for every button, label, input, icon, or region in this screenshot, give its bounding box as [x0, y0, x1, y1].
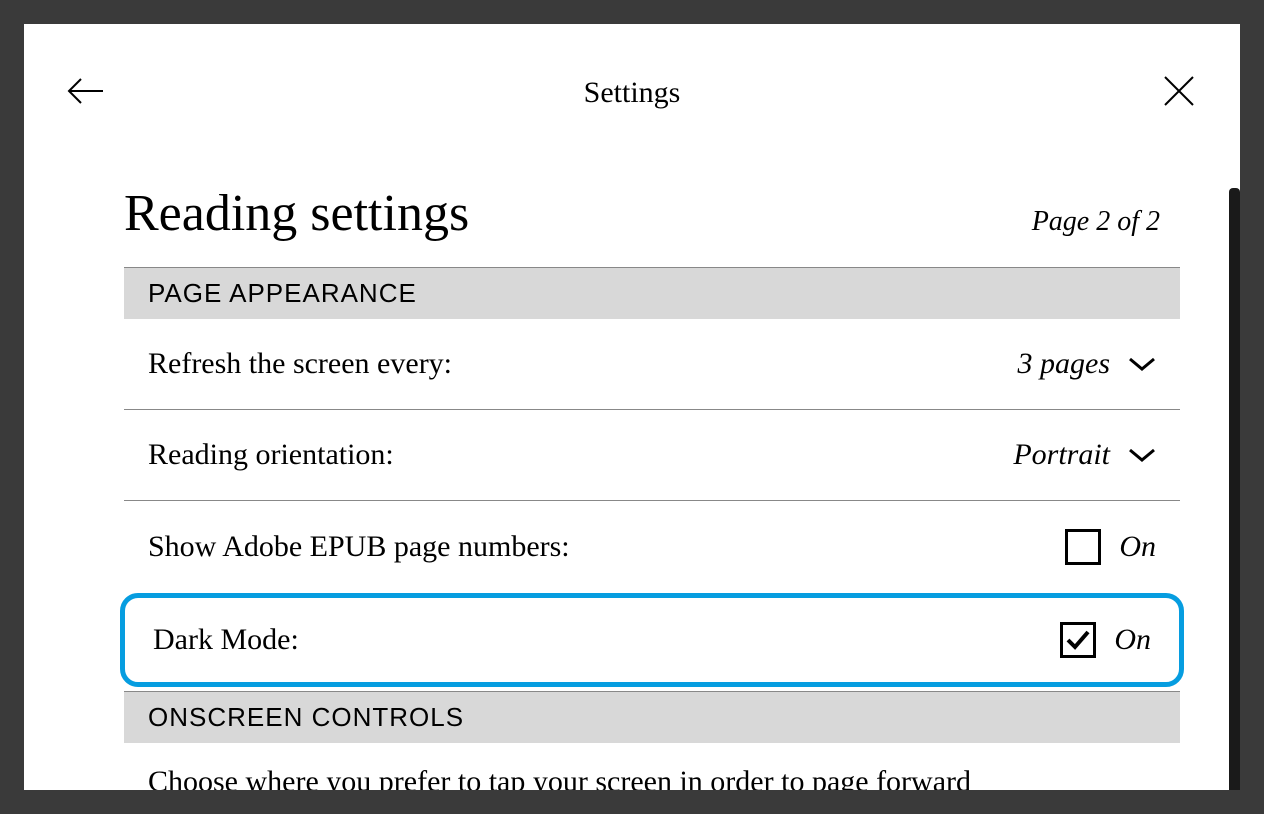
refresh-label: Refresh the screen every:	[148, 347, 452, 381]
darkmode-value-group: On	[1060, 622, 1151, 658]
page-indicator: Page 2 of 2	[1032, 206, 1160, 238]
title-row: Reading settings Page 2 of 2	[124, 184, 1180, 243]
section-header-appearance: PAGE APPEARANCE	[124, 267, 1180, 319]
epub-value-group: On	[1065, 529, 1156, 565]
controls-description: Choose where you prefer to tap your scre…	[124, 743, 1180, 790]
back-arrow-icon	[67, 77, 103, 110]
epub-checkbox[interactable]	[1065, 529, 1101, 565]
setting-row-orientation[interactable]: Reading orientation: Portrait	[124, 410, 1180, 501]
orientation-value-group: Portrait	[1013, 438, 1156, 472]
header-bar: Settings	[24, 24, 1240, 134]
scrollbar-thumb[interactable]	[1229, 188, 1240, 790]
darkmode-checkbox[interactable]	[1060, 622, 1096, 658]
chevron-down-icon	[1128, 446, 1156, 464]
refresh-value-group: 3 pages	[1018, 347, 1157, 381]
header-title: Settings	[584, 76, 681, 110]
content-area: Reading settings Page 2 of 2 PAGE APPEAR…	[24, 134, 1240, 790]
settings-window: Settings Reading settings Page 2 of 2 PA…	[24, 24, 1240, 790]
setting-row-darkmode[interactable]: Dark Mode: On	[125, 598, 1179, 682]
epub-value: On	[1119, 530, 1156, 564]
setting-row-epub[interactable]: Show Adobe EPUB page numbers: On	[124, 501, 1180, 593]
close-button[interactable]	[1158, 72, 1200, 114]
setting-row-refresh[interactable]: Refresh the screen every: 3 pages	[124, 319, 1180, 410]
darkmode-label: Dark Mode:	[153, 623, 299, 657]
close-icon	[1163, 75, 1195, 112]
back-button[interactable]	[64, 72, 106, 114]
page-title: Reading settings	[124, 184, 469, 243]
refresh-value: 3 pages	[1018, 347, 1111, 381]
darkmode-value: On	[1114, 623, 1151, 657]
section-header-controls: ONSCREEN CONTROLS	[124, 691, 1180, 743]
highlighted-setting: Dark Mode: On	[120, 593, 1184, 687]
epub-label: Show Adobe EPUB page numbers:	[148, 530, 570, 564]
scrollbar-track[interactable]	[1229, 188, 1240, 790]
orientation-label: Reading orientation:	[148, 438, 394, 472]
orientation-value: Portrait	[1013, 438, 1110, 472]
chevron-down-icon	[1128, 355, 1156, 373]
